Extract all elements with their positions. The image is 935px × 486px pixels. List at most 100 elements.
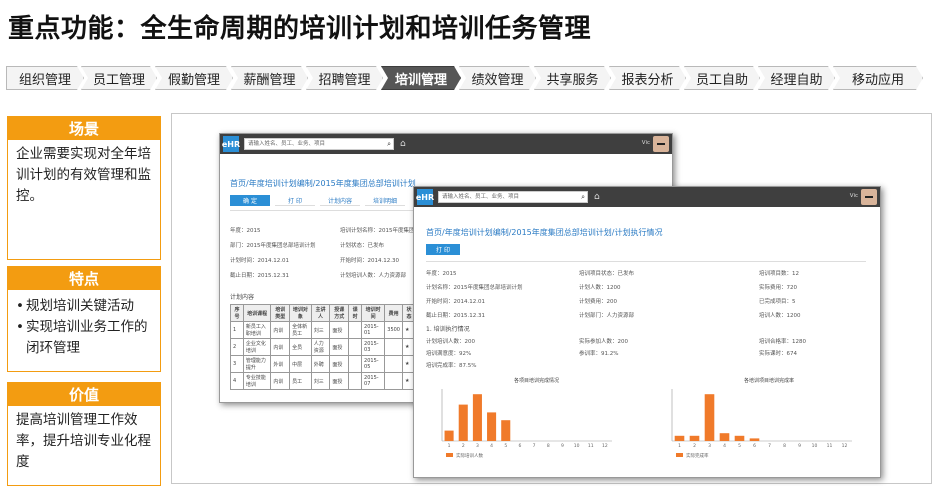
field: 培训人数：1200	[759, 313, 801, 319]
table-row[interactable]: 2 企业文化培训 内训 全员 人力资源 面授 2015-03 ★	[230, 338, 416, 356]
feature-item: 实现培训业务工作的闭环管理	[16, 317, 152, 359]
print-button[interactable]: 打 印	[426, 244, 460, 255]
cell: 内训	[270, 338, 291, 356]
features-list: 规划培训关键活动 实现培训业务工作的闭环管理	[7, 290, 161, 372]
tick-label: 9	[798, 443, 801, 449]
field: 截止日期：2015.12.31	[230, 273, 289, 279]
ehr-logo: eHR	[416, 189, 434, 205]
app-header-bar: eHR 请输入姓名、员工、业务、项目 ⌕ ⌂ Vic	[414, 187, 880, 207]
cell: 刘三	[310, 321, 331, 339]
home-icon[interactable]: ⌂	[594, 191, 600, 203]
tab-payroll[interactable]: 薪酬管理	[231, 66, 308, 90]
breadcrumb[interactable]: 首页/年度培训计划编制/2015年度集团总部培训计划/计划执行情况	[426, 227, 662, 238]
confirm-button[interactable]: 确 定	[230, 195, 270, 206]
tab-manager-self[interactable]: 经理自助	[758, 66, 835, 90]
field: 开始时间：2014.12.30	[340, 258, 399, 264]
field: 实际费用：720	[759, 285, 797, 291]
cell: 内训	[270, 321, 291, 339]
field: 培训项目数：12	[759, 271, 799, 277]
tick-label: 12	[602, 443, 608, 449]
print-tab[interactable]: 打 印	[275, 195, 315, 206]
bar	[444, 430, 454, 441]
cell: 面授	[329, 321, 350, 339]
cell: 面授	[329, 355, 350, 373]
cell: 面授	[329, 372, 350, 390]
tick-label: 4	[490, 443, 493, 449]
field: 计划培训人数：人力资源部	[340, 273, 407, 279]
stat: 培训完成率：87.5%	[426, 363, 477, 369]
field: 计划时间：2014.12.01	[230, 258, 289, 264]
cell: 员工	[289, 372, 312, 390]
cell: 新员工入职培训	[242, 321, 272, 339]
stat: 实际课时：674	[759, 351, 797, 357]
plan-content-tab[interactable]: 计划内容	[320, 195, 360, 206]
table-row[interactable]: 1 新员工入职培训 内训 全体新员工 刘三 面授 2015-01 3500 ★	[230, 321, 416, 339]
tick-label: 6	[518, 443, 521, 449]
plan-detail-tab[interactable]: 培训明细	[365, 195, 405, 206]
completion-count-chart: 1 2 3 4 5 6 7 8 9 10 11 12实际培训人数	[441, 389, 612, 459]
tab-performance[interactable]: 绩效管理	[459, 66, 536, 90]
col-header: 培训课程	[242, 304, 272, 322]
field: 计划费用：200	[579, 299, 617, 305]
legend-label: 实际培训人数	[456, 452, 483, 459]
search-placeholder: 请输入姓名、员工、业务、项目	[248, 141, 326, 147]
tab-reports[interactable]: 报表分析	[609, 66, 686, 90]
field: 年度：2015	[426, 271, 457, 277]
cell: 刘三	[310, 372, 331, 390]
stat: 培训满意度：92%	[426, 351, 472, 357]
tick-label: 10	[812, 443, 818, 449]
cell: 2015-05	[361, 355, 386, 373]
tab-training[interactable]: 培训管理	[381, 66, 461, 90]
cell: 2	[230, 338, 244, 356]
tick-label: 5	[504, 443, 507, 449]
home-icon[interactable]: ⌂	[400, 138, 406, 150]
col-header: 费用	[384, 304, 403, 322]
stat: 实际参加人数：200	[579, 339, 628, 345]
tab-employee[interactable]: 员工管理	[81, 66, 157, 90]
cell	[348, 372, 363, 390]
cell: 4	[230, 372, 244, 390]
bar	[719, 433, 730, 441]
cell: 2015-01	[361, 321, 386, 339]
tick-label: 5	[738, 443, 741, 449]
bar	[704, 394, 715, 441]
search-icon[interactable]: ⌕	[387, 140, 391, 149]
tick-label: 2	[693, 443, 696, 449]
bar	[674, 435, 685, 441]
search-input[interactable]: 请输入姓名、员工、业务、项目 ⌕	[244, 138, 394, 150]
tick-label: 7	[768, 443, 771, 449]
module-tabs: 组织管理 员工管理 假勤管理 薪酬管理 招聘管理 培训管理 绩效管理 共享服务 …	[6, 66, 931, 92]
tab-mobile[interactable]: 移动应用	[833, 66, 923, 90]
tab-recruit[interactable]: 招聘管理	[306, 66, 383, 90]
avatar[interactable]	[861, 189, 877, 205]
search-icon[interactable]: ⌕	[581, 193, 585, 202]
avatar[interactable]	[653, 136, 669, 152]
user-name[interactable]: Vic	[642, 140, 650, 146]
cell	[384, 338, 403, 356]
col-header: 授课方式	[329, 304, 350, 322]
cell: 3	[230, 355, 244, 373]
search-input[interactable]: 请输入姓名、员工、业务、项目 ⌕	[438, 191, 588, 203]
tab-attendance[interactable]: 假勤管理	[155, 66, 233, 90]
completion-rate-chart: 1 2 3 4 5 6 7 8 9 10 11 12实际完成率	[671, 389, 852, 459]
scene-heading: 场景	[7, 116, 161, 140]
col-header: 课时	[348, 304, 363, 322]
tab-org[interactable]: 组织管理	[6, 66, 84, 90]
section-title: 1. 培训执行情况	[426, 326, 470, 333]
tab-shared-service[interactable]: 共享服务	[534, 66, 611, 90]
table-header-row: 序号 培训课程 培训类型 培训对象 主讲人 授课方式 课时 培训时间 费用 状态	[230, 304, 416, 322]
cell	[348, 321, 363, 339]
cell: 企业文化培训	[242, 338, 272, 356]
value-heading: 价值	[7, 382, 161, 406]
tab-employee-self[interactable]: 员工自助	[684, 66, 760, 90]
table-row[interactable]: 4 专业技能培训 内训 员工 刘三 面授 2015-07 ★	[230, 372, 416, 390]
cell: 2015-03	[361, 338, 386, 356]
scene-text: 企业需要实现对全年培训计划的有效管理和监控。	[7, 140, 161, 260]
bar	[458, 404, 468, 441]
breadcrumb[interactable]: 首页/年度培训计划编制/2015年度集团总部培训计划	[230, 178, 416, 189]
table-row[interactable]: 3 管理能力提升 外训 中层 外聘 面授 2015-05 ★	[230, 355, 416, 373]
tick-label: 9	[561, 443, 564, 449]
execution-window: eHR 请输入姓名、员工、业务、项目 ⌕ ⌂ Vic 首页/年度培训计划编制/2…	[413, 186, 881, 478]
search-placeholder: 请输入姓名、员工、业务、项目	[442, 194, 520, 200]
user-name[interactable]: Vic	[850, 193, 858, 199]
